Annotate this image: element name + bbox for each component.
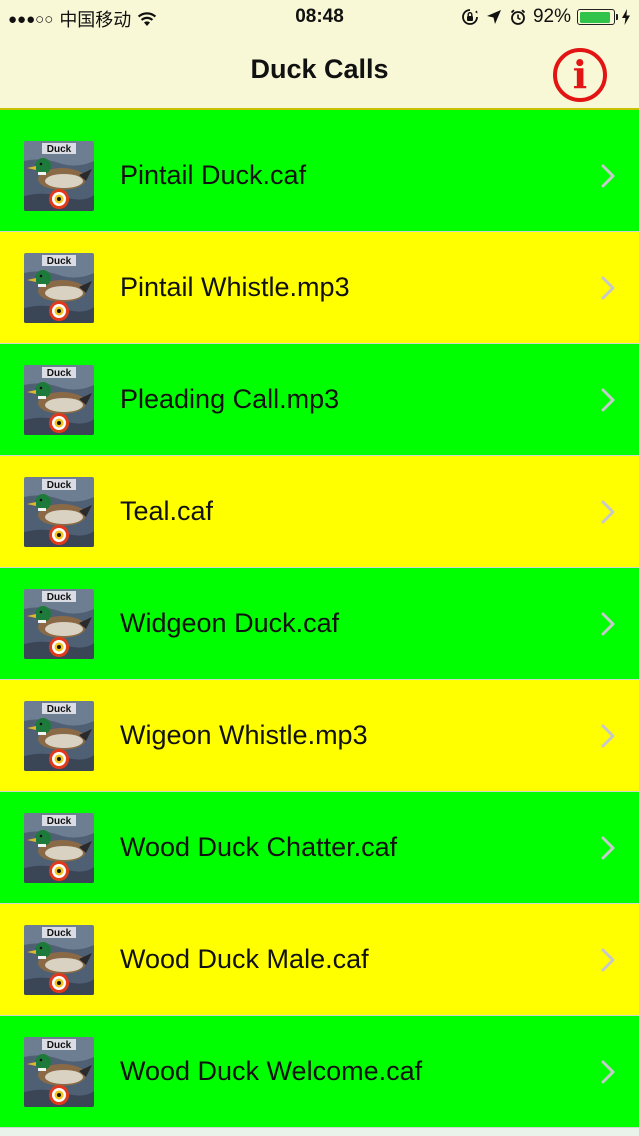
duck-thumbnail-icon: Duck xyxy=(24,141,94,211)
svg-text:Duck: Duck xyxy=(47,592,72,603)
rotation-lock-icon xyxy=(462,9,478,25)
battery-icon xyxy=(577,9,618,25)
duck-thumbnail-icon: Duck xyxy=(24,925,94,995)
list-item[interactable]: Duck Wood Duck Chatter.caf xyxy=(0,792,639,904)
list-item-label: Teal.caf xyxy=(120,496,214,526)
duck-thumbnail-icon: Duck xyxy=(24,589,94,659)
list-item-label: Wigeon Whistle.mp3 xyxy=(120,720,368,750)
list-item-label: Pleading Call.mp3 xyxy=(120,384,340,414)
svg-text:Duck: Duck xyxy=(47,256,72,267)
list-item[interactable]: Duck Pleading Call.mp3 xyxy=(0,344,639,456)
list-item[interactable]: Duck Pintail Duck.caf xyxy=(0,120,639,232)
duck-thumbnail-icon: Duck xyxy=(24,477,94,547)
chevron-right-icon xyxy=(601,948,615,972)
chevron-right-icon xyxy=(601,500,615,524)
charging-icon xyxy=(622,9,630,25)
svg-text:Duck: Duck xyxy=(47,144,72,155)
chevron-right-icon xyxy=(601,836,615,860)
list-item[interactable]: Duck Wood Duck Male.caf xyxy=(0,904,639,1016)
list-item[interactable]: Duck Pintail Whistle.mp3 xyxy=(0,232,639,344)
list-item-label: Wood Duck Male.caf xyxy=(120,944,369,974)
duck-thumbnail-icon: Duck xyxy=(24,365,94,435)
list-item[interactable]: Duck Wood Duck Welcome.caf xyxy=(0,1016,639,1128)
chevron-right-icon xyxy=(601,724,615,748)
svg-text:Duck: Duck xyxy=(47,704,72,715)
info-icon: i xyxy=(572,52,588,97)
alarm-icon xyxy=(510,9,526,25)
battery-level xyxy=(579,11,610,23)
list-item[interactable]: Duck Wigeon Whistle.mp3 xyxy=(0,680,639,792)
battery-percent: 92% xyxy=(532,6,571,27)
duck-thumbnail-icon: Duck xyxy=(24,1037,94,1107)
chevron-right-icon xyxy=(601,1060,615,1084)
list-top-strip xyxy=(0,110,639,120)
list-item-label: Widgeon Duck.caf xyxy=(120,608,340,638)
header: ●●●○○ 中国移动 08:48 92% Duck Calls i xyxy=(0,0,639,110)
page-title: Duck Calls xyxy=(250,54,389,84)
svg-text:Duck: Duck xyxy=(47,1040,72,1051)
svg-text:Duck: Duck xyxy=(47,816,72,827)
sound-list: Duck Pintail Duck.caf Duck Pintail Whist… xyxy=(0,110,639,1128)
status-right: 92% xyxy=(461,6,631,28)
svg-text:Duck: Duck xyxy=(47,928,72,939)
list-item[interactable]: Duck Teal.caf xyxy=(0,456,639,568)
duck-thumbnail-icon: Duck xyxy=(24,253,94,323)
chevron-right-icon xyxy=(601,388,615,412)
list-item-label: Wood Duck Chatter.caf xyxy=(120,832,398,862)
chevron-right-icon xyxy=(601,612,615,636)
status-bar: ●●●○○ 中国移动 08:48 92% xyxy=(0,0,639,36)
list-item-label: Wood Duck Welcome.caf xyxy=(120,1056,423,1086)
screen: ●●●○○ 中国移动 08:48 92% Duck Calls i Duck P… xyxy=(0,0,639,1136)
location-arrow-icon xyxy=(486,10,501,24)
svg-text:Duck: Duck xyxy=(47,480,72,491)
chevron-right-icon xyxy=(601,164,615,188)
info-button[interactable]: i xyxy=(553,48,607,102)
duck-thumbnail-icon: Duck xyxy=(24,701,94,771)
chevron-right-icon xyxy=(601,276,615,300)
list-item[interactable]: Duck Widgeon Duck.caf xyxy=(0,568,639,680)
list-item-label: Pintail Whistle.mp3 xyxy=(120,272,350,302)
list-item-label: Pintail Duck.caf xyxy=(120,160,307,190)
duck-thumbnail-icon: Duck xyxy=(24,813,94,883)
svg-text:Duck: Duck xyxy=(47,368,72,379)
